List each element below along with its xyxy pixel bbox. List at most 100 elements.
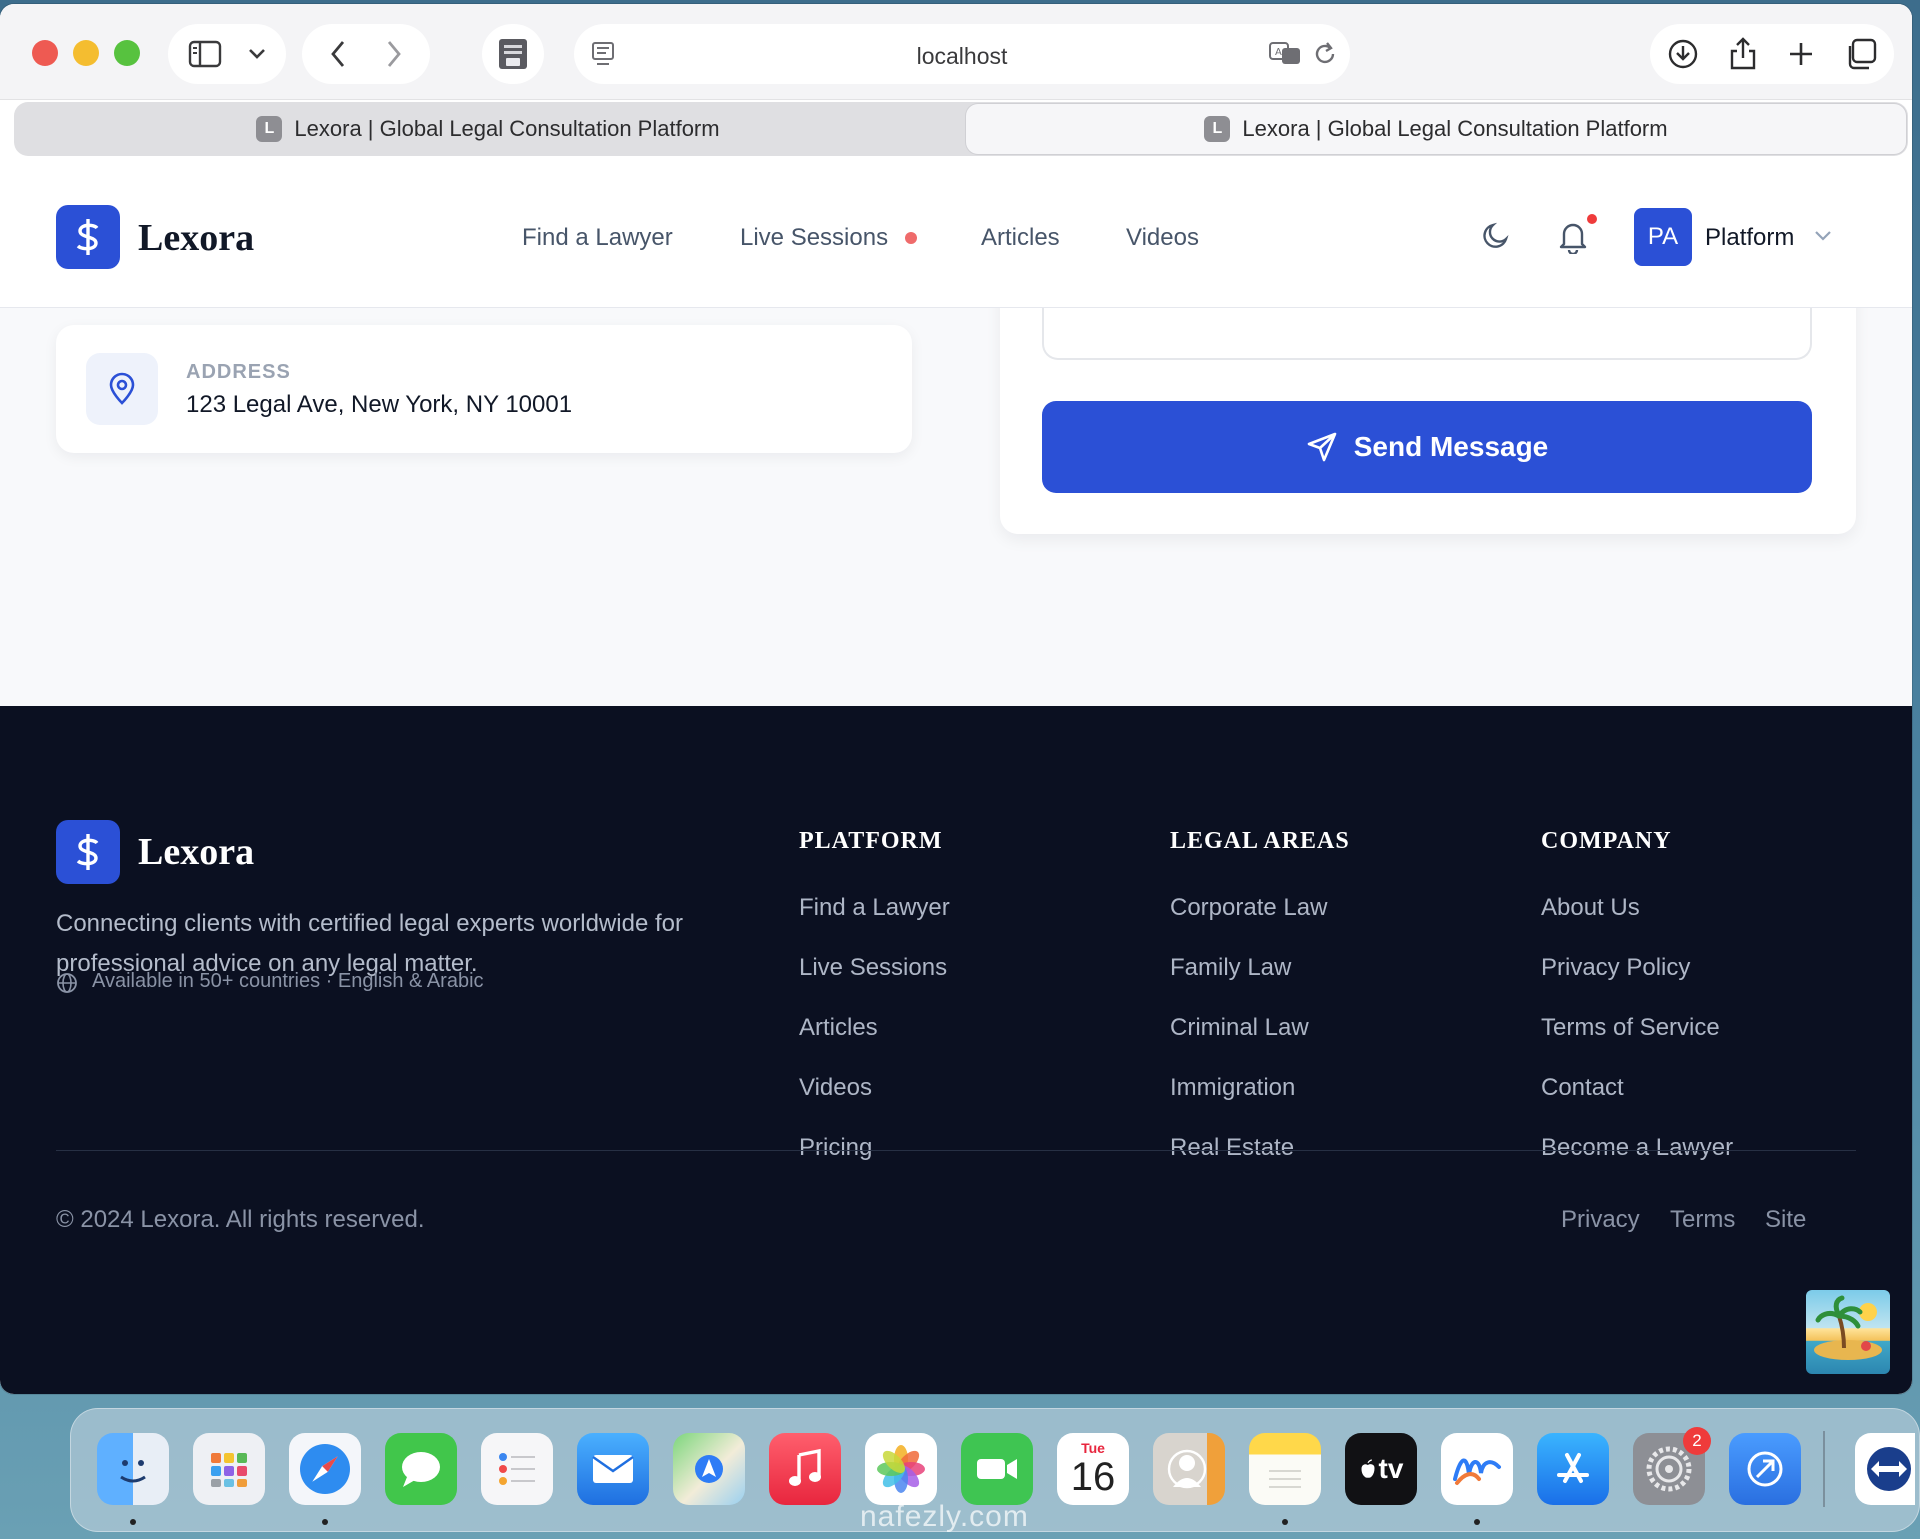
new-tab-icon[interactable]	[1787, 40, 1815, 68]
footer-column-title-company: COMPANY	[1541, 828, 1672, 854]
back-icon[interactable]	[330, 40, 346, 68]
nav-videos[interactable]: Videos	[1126, 224, 1199, 252]
avatar[interactable]: PA	[1634, 208, 1692, 266]
site-header: Lexora Find a Lawyer Live Sessions Artic…	[0, 158, 1912, 308]
running-indicator	[1474, 1519, 1480, 1525]
share-icon[interactable]	[1729, 37, 1757, 71]
maps-icon[interactable]	[673, 1433, 745, 1505]
send-message-label: Send Message	[1353, 431, 1549, 462]
tab-overview-icon[interactable]	[1845, 38, 1877, 70]
tv-label: tv	[1378, 1453, 1404, 1484]
notes-icon[interactable]	[1249, 1433, 1321, 1505]
tab-label: Lexora | Global Legal Consultation Platf…	[294, 116, 720, 141]
footer-privacy-link[interactable]: Privacy	[1561, 1206, 1640, 1234]
launchpad-icon[interactable]	[193, 1433, 265, 1505]
nav-live-sessions[interactable]: Live Sessions	[740, 224, 888, 252]
user-menu-label[interactable]: Platform	[1705, 224, 1794, 252]
footer-link[interactable]: Live Sessions	[799, 954, 947, 982]
nav-find-lawyer[interactable]: Find a Lawyer	[522, 224, 673, 252]
footer-link[interactable]: Family Law	[1170, 954, 1291, 982]
download-icon[interactable]	[1667, 38, 1699, 70]
finder-icon[interactable]	[97, 1433, 169, 1505]
close-window-button[interactable]	[32, 40, 58, 66]
footer-link[interactable]: Contact	[1541, 1074, 1624, 1102]
chevron-down-icon[interactable]	[248, 48, 266, 60]
footer-brand-name[interactable]: Lexora	[138, 830, 254, 874]
live-indicator	[905, 232, 917, 244]
contact-form-card: Send Message	[1000, 278, 1856, 534]
footer-terms-link[interactable]: Terms	[1670, 1206, 1735, 1234]
address-card: ADDRESS 123 Legal Ave, New York, NY 1000…	[56, 325, 912, 453]
zoom-window-button[interactable]	[114, 40, 140, 66]
calendar-day: Tue	[1081, 1440, 1105, 1456]
footer-link[interactable]: Pricing	[799, 1134, 872, 1162]
footer-link[interactable]: Videos	[799, 1074, 872, 1102]
copyright: © 2024 Lexora. All rights reserved.	[56, 1206, 425, 1233]
messages-icon[interactable]	[385, 1433, 457, 1505]
footer-link[interactable]: Become a Lawyer	[1541, 1134, 1733, 1162]
availability-text: Available in 50+ countries · English & A…	[92, 970, 484, 992]
extension-button[interactable]	[482, 24, 544, 84]
site-footer: Lexora Connecting clients with certified…	[0, 706, 1912, 1394]
notification-dot	[1585, 212, 1599, 226]
tv-icon[interactable]: tv	[1345, 1433, 1417, 1505]
footer-sitemap-link[interactable]: Site	[1765, 1206, 1806, 1234]
history-nav-group	[302, 24, 430, 84]
reload-icon[interactable]	[1312, 40, 1338, 68]
contacts-icon[interactable]	[1153, 1433, 1225, 1505]
browser-window: localhost A L Lexora | Global Legal Cons…	[0, 4, 1912, 1394]
tab-lexora-1[interactable]: L Lexora | Global Legal Consultation Pla…	[16, 104, 960, 154]
footer-link[interactable]: Criminal Law	[1170, 1014, 1309, 1042]
sidebar-icon[interactable]	[188, 40, 222, 68]
browser-toolbar: localhost A	[0, 4, 1912, 100]
freeform-icon[interactable]	[1441, 1433, 1513, 1505]
tab-label: Lexora | Global Legal Consultation Platf…	[1242, 116, 1668, 141]
settings-badge: 2	[1683, 1427, 1711, 1455]
footer-link[interactable]: Immigration	[1170, 1074, 1295, 1102]
tab-bar: L Lexora | Global Legal Consultation Pla…	[14, 102, 1908, 156]
logo-icon[interactable]	[56, 205, 120, 269]
bell-icon[interactable]	[1558, 220, 1588, 254]
island-thumbnail-image	[1806, 1290, 1890, 1374]
footer-logo-icon[interactable]	[56, 820, 120, 884]
footer-link[interactable]: About Us	[1541, 894, 1640, 922]
footer-link[interactable]: Find a Lawyer	[799, 894, 950, 922]
reminders-icon[interactable]	[481, 1433, 553, 1505]
footer-link[interactable]: Privacy Policy	[1541, 954, 1690, 982]
translate-icon[interactable]: A	[1268, 40, 1302, 66]
footer-link[interactable]: Terms of Service	[1541, 1014, 1720, 1042]
minimize-window-button[interactable]	[73, 40, 99, 66]
calendar-icon[interactable]: Tue 16	[1057, 1433, 1129, 1505]
running-indicator	[322, 1519, 328, 1525]
spreadsheet-extension-icon	[497, 37, 529, 71]
tab-favicon: L	[256, 116, 283, 142]
app-store-icon[interactable]	[1537, 1433, 1609, 1505]
brand-name[interactable]: Lexora	[138, 216, 254, 260]
chevron-down-icon[interactable]	[1814, 230, 1832, 242]
address-bar[interactable]: localhost A	[574, 24, 1350, 84]
footer-column-title-platform: PLATFORM	[799, 828, 943, 854]
web-page: Lexora Find a Lawyer Live Sessions Artic…	[0, 158, 1912, 1394]
footer-column-title-legal-areas: LEGAL AREAS	[1170, 828, 1350, 854]
sidebar-toggle-group	[168, 24, 286, 84]
tab-lexora-2[interactable]: L Lexora | Global Legal Consultation Pla…	[966, 104, 1906, 154]
toolbar-actions-group	[1650, 24, 1894, 84]
footer-link[interactable]: Articles	[799, 1014, 878, 1042]
teamviewer-icon[interactable]	[1855, 1433, 1915, 1505]
photos-icon[interactable]	[865, 1433, 937, 1505]
migration-icon[interactable]	[1729, 1433, 1801, 1505]
globe-icon	[56, 972, 78, 994]
forward-icon[interactable]	[386, 40, 402, 68]
send-icon	[1307, 432, 1337, 462]
moon-icon[interactable]	[1480, 220, 1512, 252]
nav-articles[interactable]: Articles	[981, 224, 1060, 252]
address-label: ADDRESS	[186, 361, 291, 383]
mail-icon[interactable]	[577, 1433, 649, 1505]
safari-icon[interactable]	[289, 1433, 361, 1505]
music-icon[interactable]	[769, 1433, 841, 1505]
footer-link[interactable]: Real Estate	[1170, 1134, 1294, 1162]
svg-text:A: A	[1275, 47, 1282, 58]
facetime-icon[interactable]	[961, 1433, 1033, 1505]
footer-link[interactable]: Corporate Law	[1170, 894, 1327, 922]
send-message-button[interactable]: Send Message	[1042, 401, 1812, 493]
